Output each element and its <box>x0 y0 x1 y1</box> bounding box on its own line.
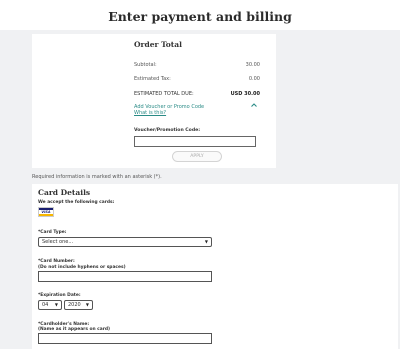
card-details-title: Card Details <box>38 188 91 197</box>
subtotal-label: Subtotal: <box>134 62 157 68</box>
order-total-title: Order Total <box>134 40 182 49</box>
required-note: Required information is marked with an a… <box>32 174 162 180</box>
dropdown-arrow-icon: ▼ <box>54 302 58 307</box>
card-type-select[interactable]: Select one... ▼ <box>38 237 212 247</box>
accepted-cards-label: We accept the following cards: <box>38 200 115 205</box>
dropdown-arrow-icon: ▼ <box>85 302 89 307</box>
subtotal-value: 30.00 <box>245 62 260 68</box>
subtotal-row: Subtotal: 30.00 <box>134 62 260 68</box>
total-label: ESTIMATED TOTAL DUE: <box>134 91 194 97</box>
tax-row: Estimated Tax: 0.00 <box>134 76 260 82</box>
expiration-date-label: *Expiration Date: <box>38 293 81 298</box>
tax-value: 0.00 <box>248 76 260 82</box>
dropdown-arrow-icon: ▼ <box>204 239 208 244</box>
apply-button[interactable]: APPLY <box>172 151 222 162</box>
cardholder-name-hint: (Name as it appears on card) <box>38 327 111 332</box>
cardholder-name-input[interactable] <box>38 333 212 344</box>
what-is-this-link[interactable]: What is this? <box>134 110 166 116</box>
tax-label: Estimated Tax: <box>134 76 171 82</box>
expiration-month-select[interactable]: 04 ▼ <box>38 300 62 310</box>
expiration-year-value: 2020 <box>68 302 81 308</box>
voucher-code-label: Voucher/Promotion Code: <box>134 128 201 133</box>
expiration-year-select[interactable]: 2020 ▼ <box>64 300 93 310</box>
card-number-label: *Card Number: <box>38 259 75 264</box>
card-number-hint: (Do not include hyphens or spaces) <box>38 265 126 270</box>
expiration-month-value: 04 <box>42 302 49 308</box>
page-title: Enter payment and billing <box>0 0 400 30</box>
chevron-up-icon[interactable] <box>250 101 258 109</box>
card-type-value: Select one... <box>42 239 74 245</box>
visa-card-logo: VISA <box>38 207 54 217</box>
card-type-label: *Card Type: <box>38 230 67 235</box>
voucher-code-input[interactable] <box>134 136 256 147</box>
total-row: ESTIMATED TOTAL DUE: USD 30.00 <box>134 91 260 97</box>
card-number-input[interactable] <box>38 271 212 282</box>
order-total-panel <box>32 34 276 168</box>
total-value: USD 30.00 <box>230 91 260 97</box>
